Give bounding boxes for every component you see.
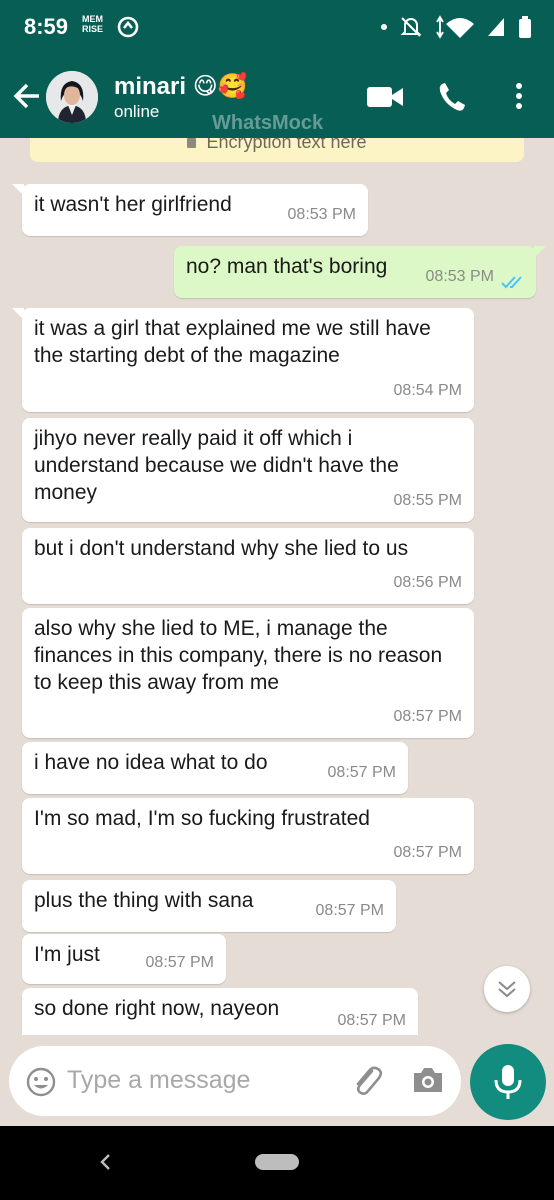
scroll-to-bottom-button[interactable]: [484, 966, 530, 1012]
name-emojis: 😋🥰: [192, 73, 248, 100]
message-time: 08:57 PM: [327, 764, 396, 781]
message-composer: [9, 1046, 461, 1116]
memrise-notification-icon: MEM RISE: [82, 14, 103, 34]
message-time: 08:57 PM: [145, 954, 214, 971]
wifi-data-icon: [436, 15, 474, 39]
attach-icon[interactable]: [349, 1062, 385, 1098]
incoming-message[interactable]: it wasn't her girlfriend 08:53 PM: [12, 184, 368, 236]
encryption-text: Encryption text here: [206, 138, 367, 152]
message-time: 08:53 PM: [425, 268, 494, 285]
message-time: 08:55 PM: [393, 492, 462, 509]
system-navigation-bar: [0, 1126, 554, 1200]
incoming-message[interactable]: jihyo never really paid it off which i u…: [22, 418, 474, 522]
back-arrow-icon[interactable]: [12, 78, 42, 114]
contact-status: online: [114, 102, 160, 121]
voice-message-button[interactable]: [470, 1044, 546, 1120]
watermark: WhatsMock: [212, 112, 324, 134]
status-bar: 8:59 MEM RISE: [0, 0, 554, 56]
nav-back-icon[interactable]: [98, 1152, 112, 1172]
signal-icon: [488, 18, 504, 36]
incoming-message[interactable]: I'm just 08:57 PM: [22, 934, 226, 984]
chat-area[interactable]: Encryption text here it wasn't her girlf…: [0, 138, 554, 1035]
contact-photo: [46, 71, 98, 123]
message-input[interactable]: [67, 1062, 337, 1098]
encryption-banner: Encryption text here: [30, 138, 524, 162]
status-time: 8:59: [24, 14, 69, 39]
read-receipt-icon: [501, 276, 522, 289]
chat-header: minari 😋🥰 online WhatsMock: [0, 56, 554, 138]
message-time: 08:56 PM: [393, 574, 462, 591]
battery-icon: [519, 16, 531, 38]
more-options-icon[interactable]: [512, 80, 526, 114]
microphone-icon: [494, 1065, 522, 1099]
message-time: 08:57 PM: [315, 902, 384, 919]
memrise-line-2: RISE: [82, 24, 104, 34]
status-icons: [380, 14, 532, 40]
message-time: 08:57 PM: [337, 1012, 406, 1029]
incoming-message[interactable]: plus the thing with sana 08:57 PM: [22, 880, 396, 932]
message-text: also why she lied to ME, i manage the fi…: [34, 617, 443, 694]
outgoing-message[interactable]: no? man that's boring 08:53 PM: [174, 246, 546, 298]
avatar[interactable]: [46, 71, 98, 123]
voice-call-icon[interactable]: [436, 80, 468, 114]
message-time: 08:53 PM: [287, 206, 356, 223]
incoming-message[interactable]: also why she lied to ME, i manage the fi…: [22, 608, 474, 738]
incoming-message[interactable]: but i don't understand why she lied to u…: [22, 528, 474, 604]
incoming-message[interactable]: it was a girl that explained me we still…: [12, 308, 474, 412]
camera-icon[interactable]: [411, 1064, 445, 1096]
incoming-message[interactable]: I'm so mad, I'm so fucking frustrated 08…: [22, 798, 474, 874]
message-time: 08:54 PM: [393, 382, 462, 399]
contact-name: minari: [114, 73, 187, 100]
message-time: 08:57 PM: [393, 708, 462, 725]
incoming-message[interactable]: so done right now, nayeon 08:57 PM: [22, 988, 418, 1035]
silent-bell-icon: [400, 17, 422, 37]
chevron-down-icon: [498, 981, 516, 998]
incoming-message[interactable]: i have no idea what to do 08:57 PM: [22, 742, 408, 794]
contact-name-row[interactable]: minari 😋🥰: [114, 72, 248, 101]
emoji-icon[interactable]: [25, 1066, 57, 1098]
message-text: I'm so mad, I'm so fucking frustrated: [34, 807, 370, 830]
message-text: but i don't understand why she lied to u…: [34, 537, 409, 560]
dot-icon: [381, 24, 387, 30]
video-call-icon[interactable]: [366, 80, 404, 114]
nav-home-pill[interactable]: [255, 1154, 299, 1170]
lock-icon: [187, 138, 197, 148]
memrise-line-1: MEM: [82, 14, 103, 24]
message-text: it was a girl that explained me we still…: [34, 317, 431, 367]
message-time: 08:57 PM: [393, 844, 462, 861]
sync-notification-icon: [117, 16, 139, 38]
